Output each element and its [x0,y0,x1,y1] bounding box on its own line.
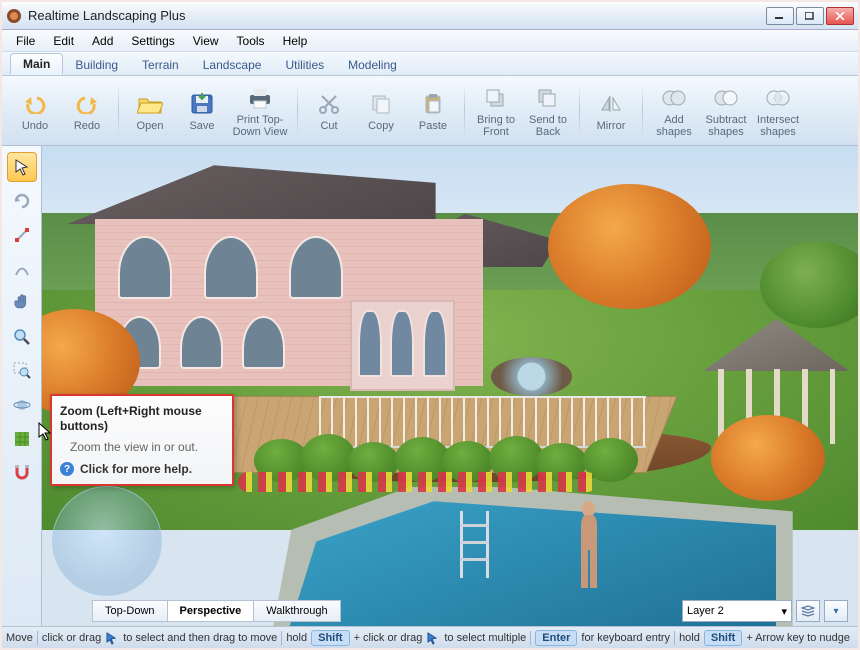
select-tool[interactable] [7,152,37,182]
layer-manager-button[interactable] [796,600,820,622]
intersect-shapes-icon [765,85,791,111]
undo-icon [22,91,48,117]
zoom-tool[interactable] [7,322,37,352]
tab-terrain[interactable]: Terrain [130,55,191,75]
ribbon: Undo Redo Open Save Print Top-Down View … [2,76,858,146]
cursor-icon [105,631,119,645]
scene-render [42,146,858,626]
tooltip-help-link[interactable]: ?Click for more help. [60,462,224,476]
chevron-down-icon: ▾ [833,606,838,617]
titlebar: Realtime Landscaping Plus [2,2,858,30]
snap-tool[interactable] [7,458,37,488]
add-shapes-icon [661,85,687,111]
app-window: Realtime Landscaping Plus File Edit Add … [0,0,860,650]
subtract-shapes-icon [713,85,739,111]
view-perspective[interactable]: Perspective [168,600,255,622]
bring-front-icon [483,85,509,111]
paste-button[interactable]: Paste [408,82,458,140]
intersect-shapes-button[interactable]: Intersect shapes [753,82,803,140]
subtract-shapes-button[interactable]: Subtract shapes [701,82,751,140]
mirror-button[interactable]: Mirror [586,82,636,140]
folder-open-icon [137,91,163,117]
help-icon: ? [60,462,74,476]
cursor-icon [426,631,440,645]
shift-key-chip: Shift [311,630,349,646]
curve-tool[interactable] [7,254,37,284]
work-area: Top-Down Perspective Walkthrough Layer 2… [2,146,858,626]
undo-button[interactable]: Undo [10,82,60,140]
menu-bar: File Edit Add Settings View Tools Help [2,30,858,52]
open-button[interactable]: Open [125,82,175,140]
mirror-icon [598,91,624,117]
status-bar: Move click or drag to select and then dr… [2,626,858,648]
grid-tool[interactable] [7,424,37,454]
layer-dropdown[interactable]: Layer 2▾ [682,600,792,622]
save-button[interactable]: Save [177,82,227,140]
tooltip-description: Zoom the view in or out. [70,440,224,454]
send-back-icon [535,85,561,111]
redo-icon [74,91,100,117]
menu-view[interactable]: View [185,32,227,50]
menu-help[interactable]: Help [275,32,316,50]
copy-button[interactable]: Copy [356,82,406,140]
layer-more-button[interactable]: ▾ [824,600,848,622]
print-button[interactable]: Print Top-Down View [229,82,291,140]
add-shapes-button[interactable]: Add shapes [649,82,699,140]
scissors-icon [316,91,342,117]
rotate-tool[interactable] [7,186,37,216]
minimize-button[interactable] [766,7,794,25]
tool-sidebar [2,146,42,626]
view-mode-tabs: Top-Down Perspective Walkthrough [92,600,341,622]
view-walkthrough[interactable]: Walkthrough [254,600,340,622]
app-icon [6,8,22,24]
zoom-selection-tool[interactable] [7,356,37,386]
enter-key-chip: Enter [535,630,577,646]
shift-key-chip: Shift [704,630,742,646]
menu-settings[interactable]: Settings [123,32,182,50]
ribbon-tabs: Main Building Terrain Landscape Utilitie… [2,52,858,76]
layer-controls: Layer 2▾ ▾ [682,600,848,622]
orbit-tool[interactable] [7,390,37,420]
tab-landscape[interactable]: Landscape [191,55,274,75]
tooltip-title: Zoom (Left+Right mouse buttons) [60,404,224,434]
menu-add[interactable]: Add [84,32,121,50]
close-button[interactable] [826,7,854,25]
window-title: Realtime Landscaping Plus [28,8,766,23]
navigation-pad[interactable] [52,486,162,596]
paste-icon [420,91,446,117]
send-to-back-button[interactable]: Send to Back [523,82,573,140]
menu-file[interactable]: File [8,32,43,50]
tab-utilities[interactable]: Utilities [273,55,336,75]
cut-button[interactable]: Cut [304,82,354,140]
printer-icon [247,85,273,111]
zoom-tooltip: Zoom (Left+Right mouse buttons) Zoom the… [50,394,234,486]
copy-icon [368,91,394,117]
tab-building[interactable]: Building [63,55,130,75]
viewport-3d[interactable]: Top-Down Perspective Walkthrough Layer 2… [42,146,858,626]
save-icon [189,91,215,117]
menu-edit[interactable]: Edit [45,32,82,50]
tab-modeling[interactable]: Modeling [336,55,409,75]
menu-tools[interactable]: Tools [229,32,273,50]
pan-tool[interactable] [7,288,37,318]
status-mode: Move [6,632,33,644]
bring-to-front-button[interactable]: Bring to Front [471,82,521,140]
redo-button[interactable]: Redo [62,82,112,140]
tab-main[interactable]: Main [10,53,63,75]
maximize-button[interactable] [796,7,824,25]
chevron-down-icon: ▾ [781,605,787,618]
move-point-tool[interactable] [7,220,37,250]
view-top-down[interactable]: Top-Down [92,600,168,622]
